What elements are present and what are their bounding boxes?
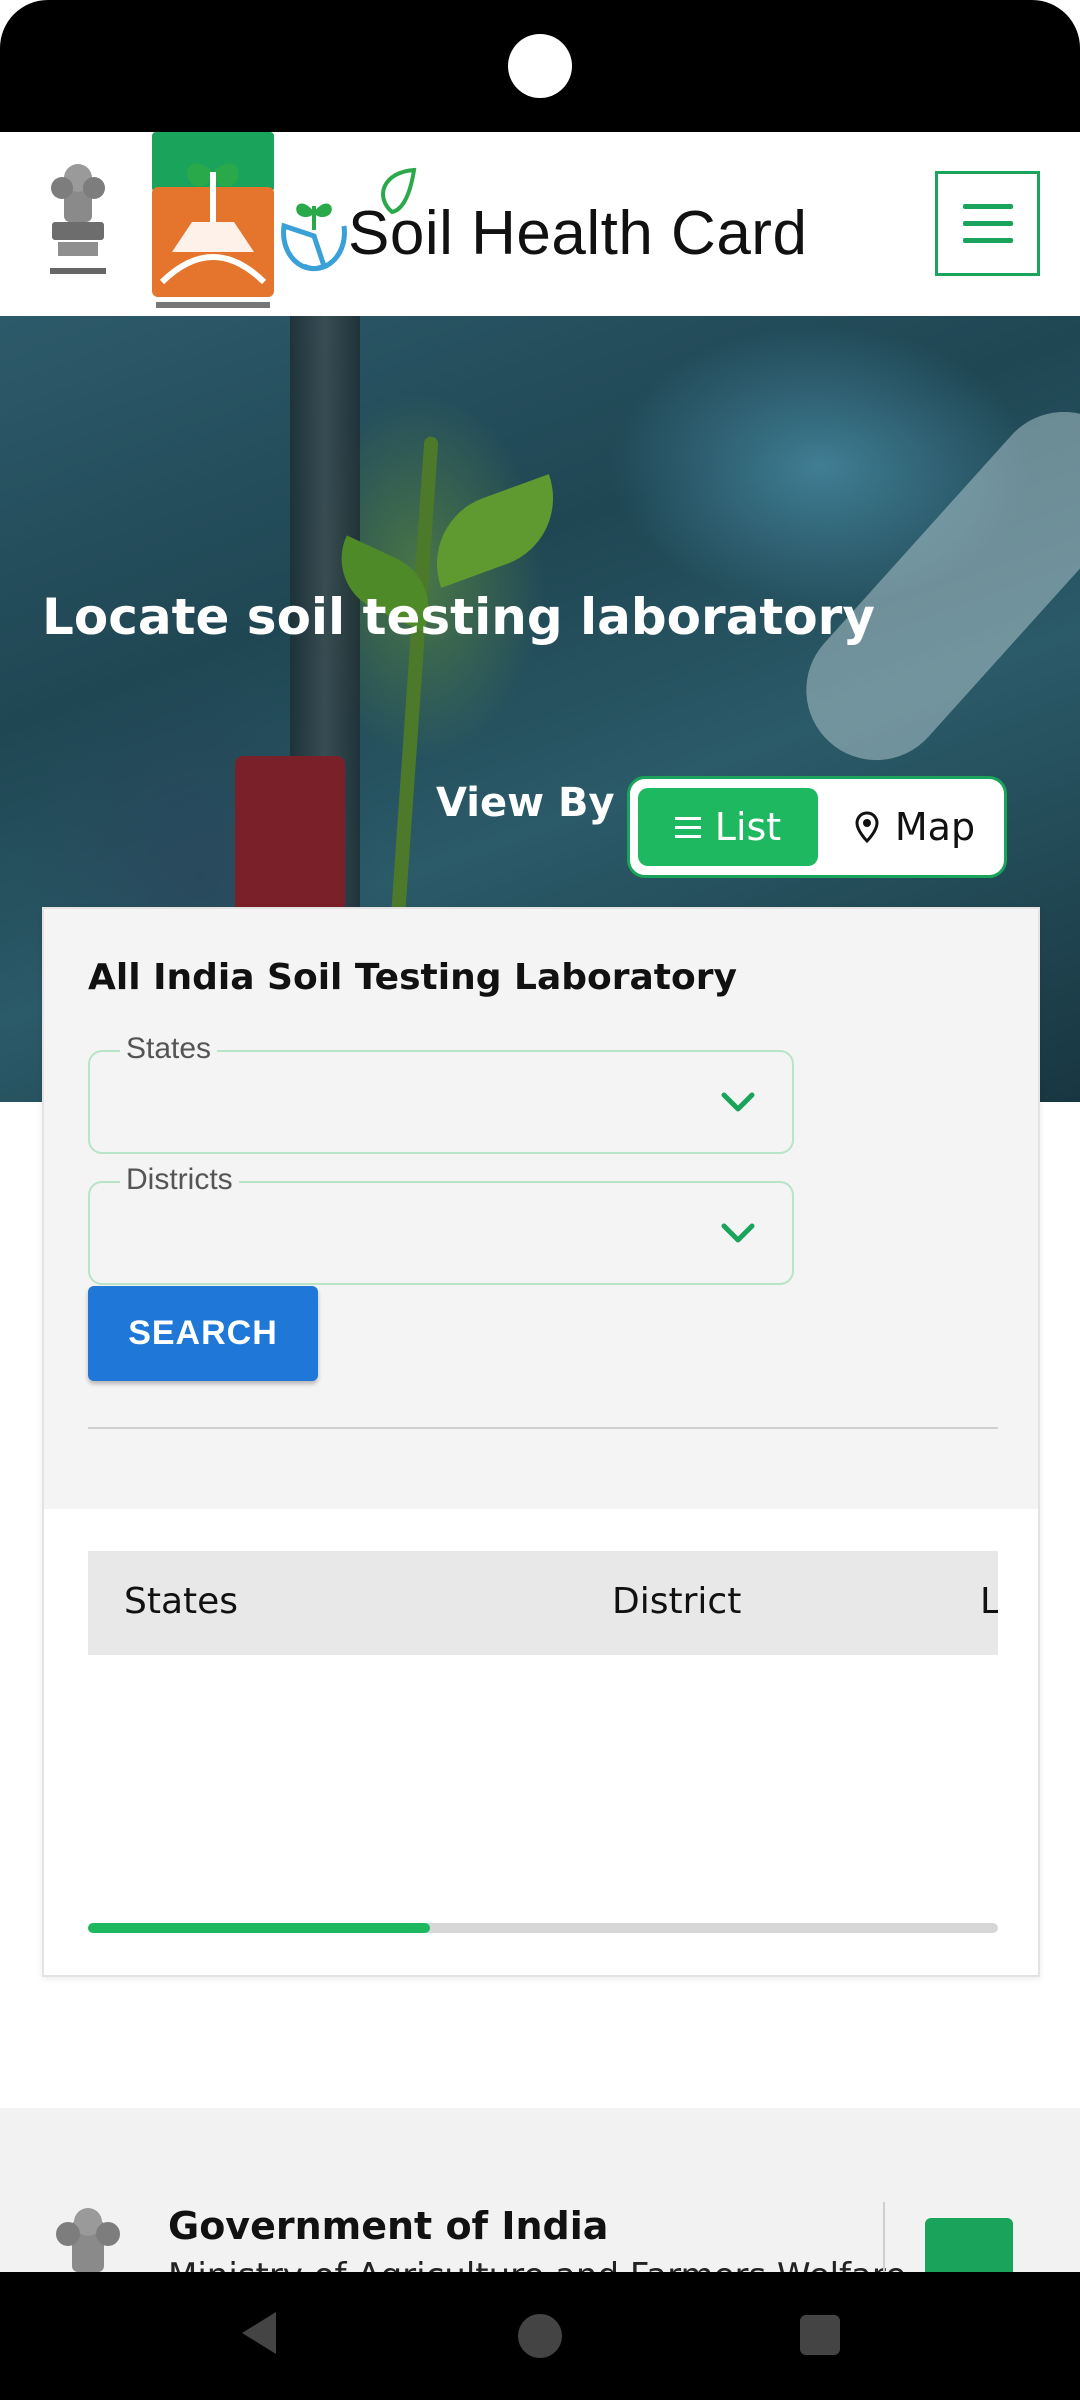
states-select[interactable]: States (88, 1032, 794, 1154)
menu-bar-3 (962, 238, 1013, 243)
results-table-header: States District L (88, 1551, 998, 1655)
districts-select[interactable]: Districts (88, 1163, 794, 1285)
column-header-lab: L (980, 1581, 998, 1622)
scrollbar-thumb[interactable] (88, 1923, 431, 1933)
site-header: Soil Health Card (0, 132, 1080, 316)
search-panel: All India Soil Testing Laboratory States… (44, 909, 1038, 1509)
footer-gov-title: Government of India (168, 2204, 609, 2248)
panel-divider (88, 1427, 998, 1429)
national-emblem-icon (56, 2208, 120, 2272)
menu-bar-1 (962, 204, 1013, 209)
map-pin-icon (855, 811, 879, 843)
map-view-button[interactable]: Map (830, 788, 1000, 866)
site-title: Soil Health Card (348, 199, 808, 268)
site-footer: Government of India Ministry of Agricult… (0, 2108, 1080, 2296)
national-emblem-icon (50, 164, 106, 274)
column-header-district: District (612, 1581, 742, 1622)
lab-search-card: All India Soil Testing Laboratory States… (42, 907, 1040, 1977)
list-view-label: List (714, 805, 782, 849)
states-field-label: States (120, 1032, 218, 1066)
camera-cutout (508, 34, 572, 98)
recents-icon[interactable] (800, 2315, 840, 2355)
status-bar (0, 0, 1080, 132)
search-button[interactable]: SEARCH (88, 1286, 318, 1381)
hero-bg-tape (777, 383, 1080, 789)
list-view-button[interactable]: List (638, 788, 818, 866)
hamburger-menu-button[interactable] (935, 171, 1040, 276)
column-header-states: States (124, 1581, 239, 1622)
view-toggle: List Map (627, 776, 1007, 878)
hero-title: Locate soil testing laboratory (42, 588, 875, 646)
view-by-label: View By (436, 780, 615, 826)
back-icon[interactable] (238, 2310, 278, 2356)
horizontal-scrollbar[interactable] (88, 1923, 998, 1933)
footer-soil-health-card-logo (925, 2218, 1013, 2272)
panel-title: All India Soil Testing Laboratory (88, 957, 737, 998)
chevron-down-icon (721, 1092, 755, 1112)
list-icon (674, 816, 701, 838)
system-nav-bar (0, 2272, 1080, 2400)
map-view-label: Map (894, 805, 976, 849)
districts-field-label: Districts (120, 1163, 239, 1197)
hero-bg-leaf (417, 474, 573, 588)
home-icon[interactable] (518, 2314, 562, 2358)
chevron-down-icon (721, 1223, 755, 1243)
soil-health-card-logo (152, 132, 274, 308)
menu-bar-2 (962, 221, 1013, 226)
footer-divider (883, 2202, 885, 2272)
